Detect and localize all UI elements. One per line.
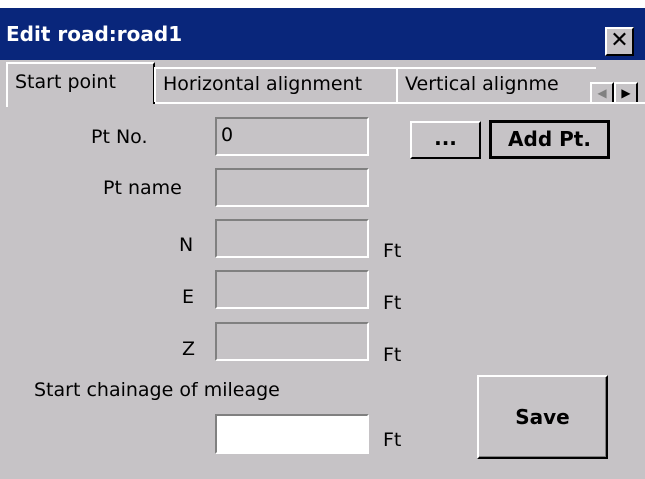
- tab-label: Horizontal alignment: [163, 73, 363, 95]
- start-chainage-unit: Ft: [383, 429, 402, 451]
- z-field[interactable]: [215, 322, 369, 361]
- z-unit: Ft: [383, 344, 402, 366]
- title-bar[interactable]: Edit road:road1 ✕: [0, 8, 645, 60]
- tab-panel-border: [6, 103, 8, 107]
- start-chainage-field[interactable]: [215, 414, 369, 454]
- save-button[interactable]: Save: [477, 375, 608, 459]
- browse-points-button[interactable]: ...: [410, 121, 481, 159]
- e-unit: Ft: [383, 292, 402, 314]
- tab-start-point[interactable]: Start point: [6, 62, 155, 104]
- pt-name-field[interactable]: [215, 168, 369, 207]
- tab-horizontal-alignment[interactable]: Horizontal alignment: [154, 67, 398, 102]
- tab-scroll-left-button[interactable]: ◀: [590, 82, 614, 104]
- tab-label: Vertical alignme: [405, 73, 559, 95]
- tab-vertical-alignment[interactable]: Vertical alignme: [396, 67, 596, 102]
- pt-no-field[interactable]: 0: [215, 117, 369, 156]
- n-unit: Ft: [383, 240, 402, 262]
- pt-name-label: Pt name: [103, 177, 182, 199]
- chevron-left-icon: ◀: [597, 86, 607, 100]
- n-label: N: [179, 234, 194, 256]
- tab-panel-border: [155, 102, 645, 104]
- pt-no-label: Pt No.: [91, 126, 148, 148]
- window-title: Edit road:road1: [6, 22, 183, 46]
- e-field[interactable]: [215, 270, 369, 309]
- z-label: Z: [182, 338, 196, 360]
- start-chainage-label: Start chainage of mileage: [34, 379, 280, 401]
- window-frame-top: [0, 0, 645, 8]
- tab-scroll-right-button[interactable]: ▶: [614, 82, 638, 104]
- tab-label: Start point: [15, 71, 116, 93]
- close-icon: ✕: [610, 28, 629, 53]
- e-label: E: [182, 286, 195, 308]
- close-button[interactable]: ✕: [605, 27, 634, 56]
- chevron-right-icon: ▶: [621, 86, 631, 100]
- n-field[interactable]: [215, 219, 369, 258]
- add-point-button[interactable]: Add Pt.: [489, 120, 610, 159]
